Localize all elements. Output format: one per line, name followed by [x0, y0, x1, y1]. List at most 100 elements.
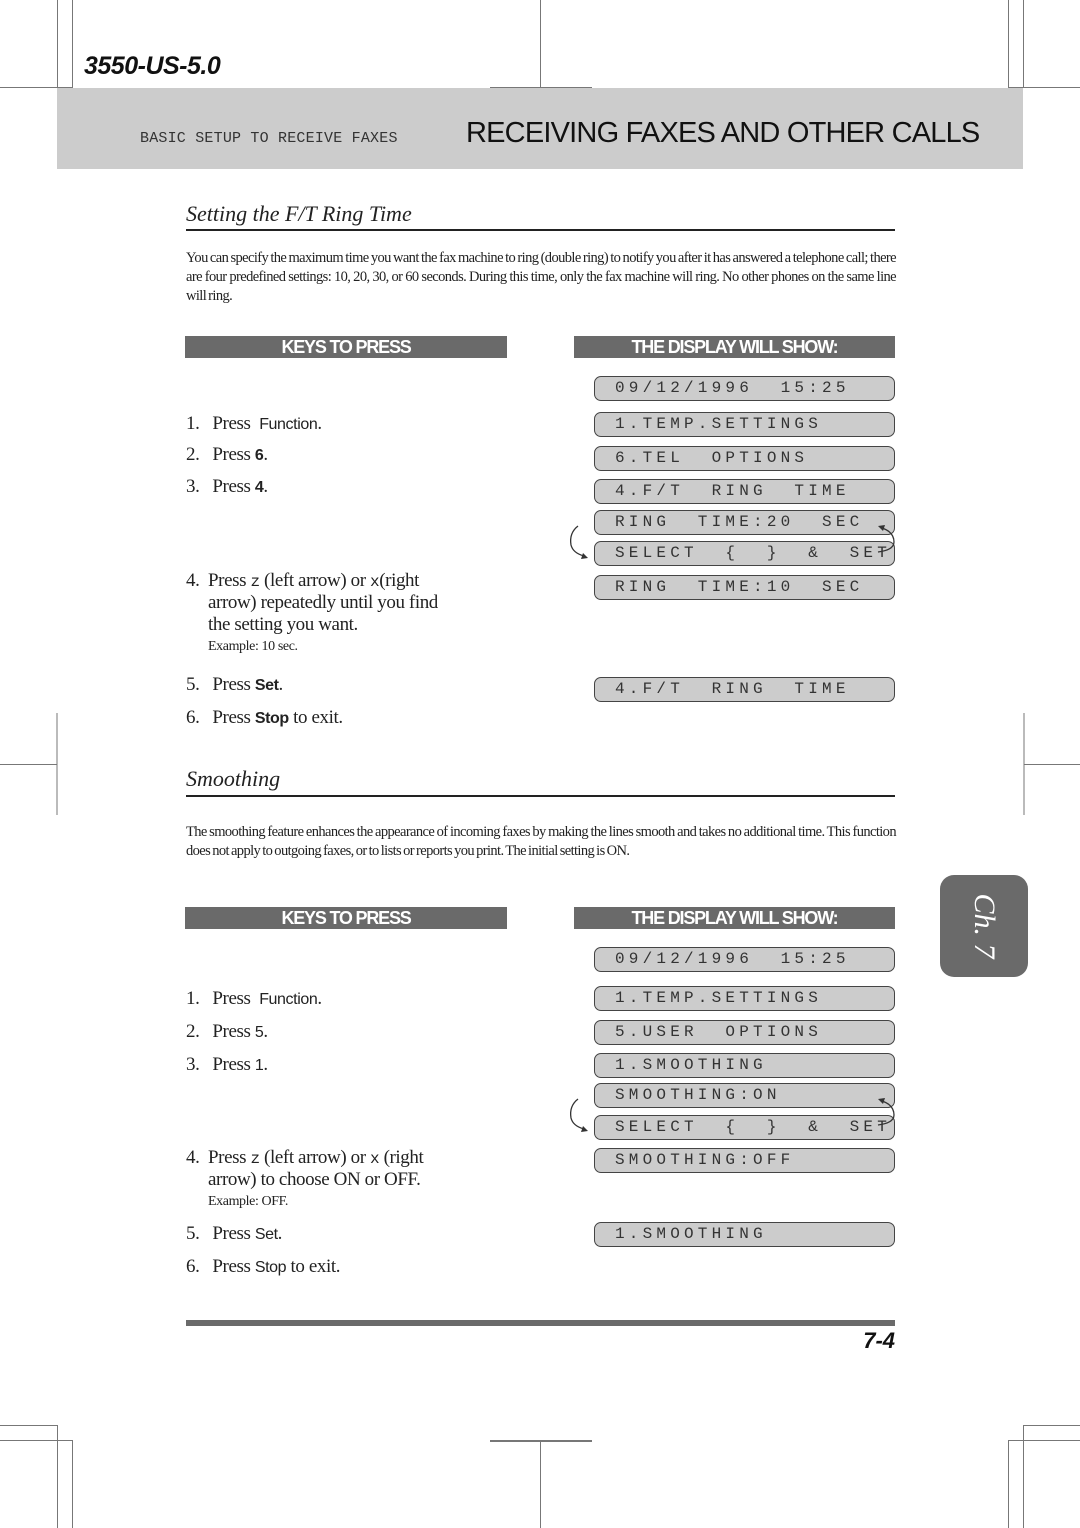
- cycle-arrow-left-icon: [570, 1098, 588, 1132]
- chapter-title: RECEIVING FAXES AND OTHER CALLS: [466, 117, 980, 149]
- lcd-display: SMOOTHING:ON: [594, 1083, 895, 1108]
- cycle-arrow-right-icon: [877, 525, 895, 553]
- step-text: Press: [208, 1147, 247, 1168]
- crop-mark: [0, 1440, 72, 1441]
- step-number: 5.: [186, 1223, 200, 1244]
- step-4: 4. Press z (left arrow) or x(right arrow)…: [186, 570, 516, 658]
- step-number: 4.: [186, 1147, 200, 1168]
- left-arrow-key: z: [250, 1150, 260, 1168]
- lcd-display: RING TIME:10 SEC: [594, 575, 895, 600]
- step-text: arrow) repeatedly until you find: [208, 592, 438, 613]
- step-text: (left arrow) or: [264, 1147, 366, 1168]
- crop-mark: [1008, 1440, 1009, 1528]
- step-1: 1. Press Function.: [186, 413, 322, 435]
- step-6: 6. Press Stop to exit.: [186, 1256, 341, 1278]
- step-text: Press: [212, 1223, 251, 1244]
- crop-mark: [1008, 1440, 1080, 1441]
- lcd-display: 1.TEMP.SETTINGS: [594, 412, 895, 437]
- section-intro: The smoothing feature enhances the appea…: [186, 824, 897, 859]
- step-number: 5.: [186, 674, 200, 695]
- step-3: 3. Press 1.: [186, 1054, 268, 1076]
- display-will-show-header: THE DISPLAY WILL SHOW:: [574, 907, 895, 929]
- crop-mark: [72, 1440, 73, 1528]
- model-code: 3550-US-5.0: [84, 52, 221, 80]
- crop-mark: [1023, 1425, 1080, 1426]
- lcd-display: 1.TEMP.SETTINGS: [594, 986, 895, 1011]
- section-title: Setting the F/T Ring Time: [186, 201, 412, 226]
- lcd-display: 09/12/1996 15:25: [594, 376, 895, 401]
- step-text: arrow) to choose ON or OFF.: [208, 1169, 421, 1190]
- step-text: .: [263, 476, 268, 497]
- step-text: Press: [212, 1021, 251, 1042]
- crop-mark: [490, 1440, 592, 1442]
- crop-mark: [57, 0, 58, 88]
- step-text: Press: [208, 570, 247, 591]
- crop-mark: [540, 1440, 541, 1528]
- crop-mark: [1008, 0, 1009, 88]
- step-5: 5. Press Set.: [186, 1223, 282, 1245]
- step-text: .: [263, 1021, 268, 1042]
- key-function: Function: [259, 991, 318, 1008]
- section-title: Smoothing: [186, 766, 281, 791]
- step-text: Press: [212, 674, 251, 695]
- step-text: the setting you want.: [208, 614, 358, 635]
- step-number: 2.: [186, 1021, 200, 1042]
- cycle-arrow-right-icon: [877, 1098, 895, 1126]
- step-number: 4.: [186, 570, 200, 591]
- lcd-display: 1.SMOOTHING: [594, 1222, 895, 1247]
- step-5: 5. Press Set.: [186, 674, 283, 696]
- chapter-tab-label: Ch. 7: [968, 893, 1001, 959]
- step-text: .: [317, 988, 322, 1009]
- step-text: Press: [212, 413, 251, 434]
- step-text: .: [263, 444, 268, 465]
- key-set: Set: [254, 677, 279, 694]
- display-will-show-header: THE DISPLAY WILL SHOW:: [574, 336, 895, 358]
- step-number: 3.: [186, 1054, 200, 1075]
- crop-mark: [540, 0, 541, 88]
- step-2: 2. Press 5.: [186, 1021, 268, 1043]
- crop-mark: [72, 0, 73, 88]
- step-text: to exit.: [293, 707, 343, 728]
- keys-to-press-header: KEYS TO PRESS: [185, 336, 507, 358]
- crop-mark: [1024, 764, 1080, 765]
- lcd-display: SMOOTHING:OFF: [594, 1148, 895, 1173]
- step-text: Press: [212, 476, 251, 497]
- cycle-arrow-left-icon: [570, 525, 588, 559]
- step-1: 1. Press Function.: [186, 988, 322, 1010]
- lcd-display: 1.SMOOTHING: [594, 1053, 895, 1078]
- step-number: 6.: [186, 707, 200, 728]
- left-arrow-key: z: [250, 573, 260, 591]
- step-number: 6.: [186, 1256, 200, 1277]
- section-rule: [186, 795, 895, 797]
- crop-mark: [1023, 0, 1024, 88]
- step-text: Press: [212, 707, 251, 728]
- step-3: 3. Press 4.: [186, 476, 268, 498]
- crop-mark: [0, 764, 57, 765]
- step-number: 1.: [186, 988, 200, 1009]
- key-function: Function: [259, 416, 318, 433]
- step-text: .: [263, 1054, 268, 1075]
- key-stop: Stop: [254, 710, 289, 727]
- lcd-display: RING TIME:20 SEC: [594, 510, 895, 535]
- step-text: Press: [212, 1256, 251, 1277]
- step-text: .: [277, 1223, 283, 1244]
- crop-mark: [0, 1425, 57, 1426]
- step-4: 4. Press z (left arrow) or x (right arrow…: [186, 1147, 516, 1213]
- footer-rule: [186, 1320, 895, 1326]
- step-text: Press: [212, 988, 251, 1009]
- keys-to-press-header: KEYS TO PRESS: [185, 907, 507, 929]
- step-number: 1.: [186, 413, 200, 434]
- chapter-tab: Ch. 7: [940, 875, 1028, 977]
- key-set: Set: [254, 1226, 278, 1243]
- lcd-display: 6.TEL OPTIONS: [594, 446, 895, 471]
- lcd-display: 4.F/T RING TIME: [594, 479, 895, 504]
- lcd-display: SELECT { } & SET: [594, 1115, 895, 1140]
- step-example: Example: 10 sec.: [208, 639, 298, 654]
- step-6: 6. Press Stop to exit.: [186, 707, 343, 729]
- key-stop: Stop: [254, 1259, 287, 1276]
- step-text: to exit.: [290, 1256, 341, 1277]
- step-text: (right: [383, 1147, 424, 1168]
- lcd-display: 09/12/1996 15:25: [594, 947, 895, 972]
- step-number: 3.: [186, 476, 200, 497]
- section-intro: You can specify the maximum time you wan…: [186, 250, 897, 304]
